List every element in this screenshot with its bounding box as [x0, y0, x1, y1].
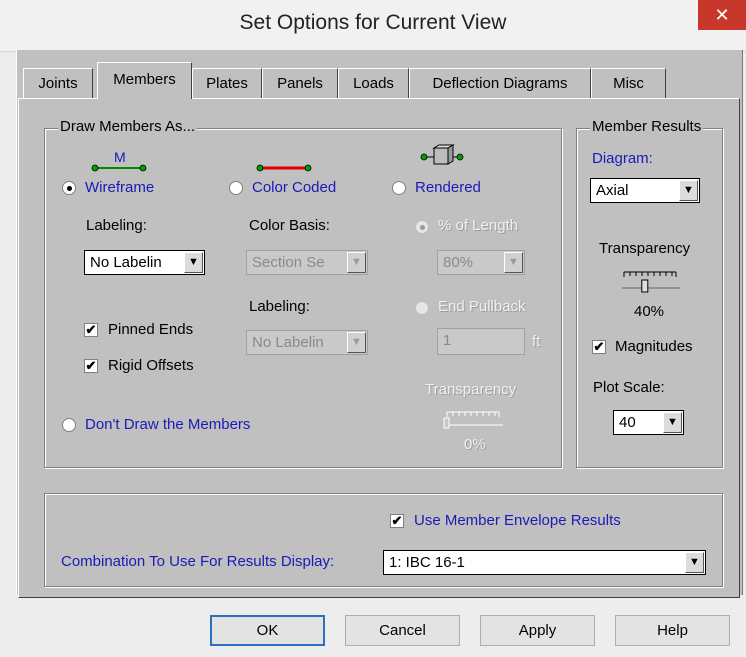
plot-scale-label: Plot Scale: — [593, 379, 665, 396]
tab-loads[interactable]: Loads — [338, 68, 409, 98]
chevron-down-icon[interactable]: ▼ — [679, 180, 698, 201]
pct-length-label[interactable]: % of Length — [438, 217, 518, 234]
wireframe-radio[interactable] — [62, 181, 76, 195]
dont-draw-label[interactable]: Don't Draw the Members — [85, 416, 250, 433]
color-coded-labeling-select[interactable]: No Labelin ▼ — [246, 330, 368, 355]
diagram-label: Diagram: — [592, 150, 653, 167]
use-envelope-label[interactable]: Use Member Envelope Results — [414, 512, 621, 529]
chevron-down-icon[interactable]: ▼ — [347, 332, 366, 353]
wireframe-label[interactable]: Wireframe — [85, 179, 154, 196]
color-coded-radio[interactable] — [229, 181, 243, 195]
chevron-down-icon[interactable]: ▼ — [504, 252, 523, 273]
plot-scale-select[interactable]: 40 ▼ — [613, 410, 684, 435]
rendered-radio[interactable] — [392, 181, 406, 195]
dont-draw-radio[interactable] — [62, 418, 76, 432]
results-transparency-thumb — [641, 279, 649, 293]
end-pullback-unit: ft — [532, 333, 541, 350]
results-transparency-value: 40% — [634, 303, 665, 320]
diagram-value: Axial — [596, 182, 629, 199]
wireframe-labeling-select[interactable]: No Labelin ▼ — [84, 250, 205, 275]
results-transparency-slider[interactable] — [620, 268, 682, 298]
ok-button[interactable]: OK — [210, 615, 325, 646]
pinned-ends-checkbox[interactable]: ✔ — [84, 323, 98, 337]
window-title: Set Options for Current View — [239, 11, 507, 34]
rendered-icon — [420, 144, 464, 165]
rendered-transparency-label: Transparency — [425, 381, 517, 398]
rendered-label[interactable]: Rendered — [415, 179, 481, 196]
member-results-group-label: Member Results — [590, 118, 704, 135]
use-envelope-checkbox[interactable]: ✔ — [390, 514, 404, 528]
plot-scale-value: 40 — [619, 414, 636, 431]
apply-button[interactable]: Apply — [480, 615, 595, 646]
wireframe-labeling-value: No Labelin — [90, 254, 162, 271]
magnitudes-checkbox[interactable]: ✔ — [592, 340, 606, 354]
color-coded-labeling-value: No Labelin — [252, 334, 324, 351]
color-basis-select[interactable]: Section Se ▼ — [246, 250, 368, 275]
combination-select[interactable]: 1: IBC 16-1 ▼ — [383, 550, 706, 575]
rigid-offsets-checkbox[interactable]: ✔ — [84, 359, 98, 373]
rendered-transparency-value: 0% — [464, 436, 486, 453]
end-pullback-input[interactable]: 1 — [437, 328, 525, 355]
draw-members-group-label: Draw Members As... — [58, 118, 198, 135]
chevron-down-icon[interactable]: ▼ — [184, 252, 203, 273]
chevron-down-icon[interactable]: ▼ — [685, 552, 704, 573]
wireframe-icon-label: M — [114, 149, 126, 165]
pct-length-value: 80% — [443, 254, 474, 271]
close-button[interactable]: ✕ — [698, 0, 746, 30]
color-coded-icon — [256, 164, 312, 172]
color-coded-label[interactable]: Color Coded — [252, 179, 336, 196]
wireframe-labeling-label: Labeling: — [86, 217, 147, 234]
color-basis-value: Section Se — [252, 254, 325, 271]
diagram-select[interactable]: Axial ▼ — [590, 178, 700, 203]
combination-value: 1: IBC 16-1 — [389, 554, 465, 571]
tab-panels[interactable]: Panels — [262, 68, 338, 98]
chevron-down-icon[interactable]: ▼ — [663, 412, 682, 433]
combination-label: Combination To Use For Results Display: — [61, 553, 335, 570]
color-basis-label: Color Basis: — [249, 217, 330, 234]
rigid-offsets-label[interactable]: Rigid Offsets — [108, 357, 194, 374]
end-pullback-radio[interactable] — [415, 301, 429, 315]
tab-joints[interactable]: Joints — [23, 68, 93, 98]
tab-members[interactable]: Members — [97, 62, 192, 99]
chevron-down-icon[interactable]: ▼ — [347, 252, 366, 273]
cancel-button[interactable]: Cancel — [345, 615, 460, 646]
tab-misc[interactable]: Misc — [591, 68, 666, 98]
pinned-ends-label[interactable]: Pinned Ends — [108, 321, 193, 338]
end-pullback-label[interactable]: End Pullback — [438, 298, 526, 315]
pct-length-radio[interactable] — [415, 220, 429, 234]
title-bar: Set Options for Current View ✕ — [0, 0, 746, 52]
results-transparency-label: Transparency — [599, 240, 691, 257]
tab-plates[interactable]: Plates — [192, 68, 262, 98]
color-coded-labeling-label: Labeling: — [249, 298, 310, 315]
rendered-transparency-slider[interactable] — [443, 408, 505, 432]
help-button[interactable]: Help — [615, 615, 730, 646]
tab-deflection-diagrams[interactable]: Deflection Diagrams — [409, 68, 591, 98]
magnitudes-label[interactable]: Magnitudes — [615, 338, 693, 355]
pct-length-select[interactable]: 80% ▼ — [437, 250, 525, 275]
